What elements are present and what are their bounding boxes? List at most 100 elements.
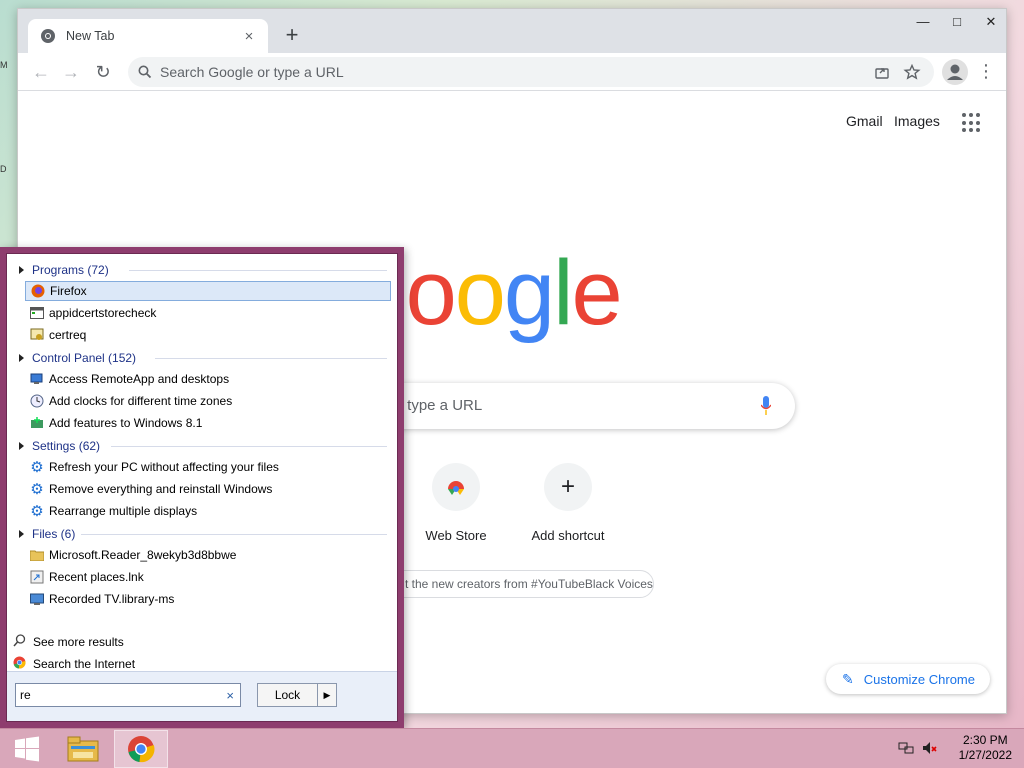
category-label: Programs (72) xyxy=(32,263,109,277)
lock-options-arrow-icon[interactable]: ▶ xyxy=(318,684,336,706)
images-link[interactable]: Images xyxy=(894,113,940,129)
clock-icon xyxy=(29,393,45,409)
forward-button[interactable]: → xyxy=(58,59,84,85)
category-label: Control Panel (152) xyxy=(32,351,137,365)
category-files[interactable]: Files (6) xyxy=(15,524,75,544)
result-label: Remove everything and reinstall Windows xyxy=(49,482,273,496)
result-item[interactable]: ⚙ Rearrange multiple displays xyxy=(25,501,391,521)
lock-button[interactable]: Lock ▶ xyxy=(257,683,337,707)
result-item[interactable]: Firefox xyxy=(25,281,391,301)
pencil-icon: ✎ xyxy=(842,670,854,687)
bookmark-star-icon[interactable] xyxy=(900,64,924,80)
library-icon xyxy=(29,591,45,607)
back-button[interactable]: ← xyxy=(28,59,54,85)
start-search-bar: re × Lock ▶ xyxy=(7,671,397,721)
result-label: Microsoft.Reader_8wekyb3d8bbwe xyxy=(49,548,237,562)
gear-icon: ⚙ xyxy=(30,459,44,476)
taskbar-clock[interactable]: 2:30 PM 1/27/2022 xyxy=(959,733,1012,763)
see-more-results-link[interactable]: See more results xyxy=(13,632,124,652)
result-label: certreq xyxy=(49,328,87,342)
minimize-button[interactable]: — xyxy=(906,9,940,37)
share-icon[interactable] xyxy=(870,64,894,80)
firefox-icon xyxy=(30,283,46,299)
result-item[interactable]: Add features to Windows 8.1 xyxy=(25,413,391,433)
expand-arrow-icon xyxy=(19,266,24,274)
result-item[interactable]: Recorded TV.library-ms xyxy=(25,589,391,609)
taskbar-file-explorer[interactable] xyxy=(56,730,110,768)
maximize-button[interactable]: □ xyxy=(940,9,974,37)
result-item[interactable]: ⚙ Remove everything and reinstall Window… xyxy=(25,479,391,499)
result-item[interactable]: Access RemoteApp and desktops xyxy=(25,369,391,389)
result-item[interactable]: Microsoft.Reader_8wekyb3d8bbwe xyxy=(25,545,391,565)
taskbar-chrome[interactable] xyxy=(114,730,168,768)
tab-strip: New Tab × + — □ ✕ xyxy=(18,9,1006,53)
volume-muted-icon[interactable] xyxy=(922,741,938,758)
gmail-link[interactable]: Gmail xyxy=(846,113,883,129)
ntp-search-placeholder: r type a URL xyxy=(398,397,483,414)
reload-button[interactable]: ↻ xyxy=(90,59,116,85)
result-label: appidcertstorecheck xyxy=(49,306,157,320)
tab-new-tab[interactable]: New Tab × xyxy=(28,19,268,53)
tab-title: New Tab xyxy=(66,29,115,43)
customize-chrome-button[interactable]: ✎ Customize Chrome xyxy=(826,664,990,694)
menu-kebab-icon[interactable]: ⋮ xyxy=(976,59,996,85)
microphone-icon[interactable] xyxy=(761,396,771,416)
result-item[interactable]: ⚙ Refresh your PC without affecting your… xyxy=(25,457,391,477)
omnibox[interactable]: Search Google or type a URL xyxy=(128,57,934,87)
certificate-icon xyxy=(29,327,45,343)
start-button[interactable] xyxy=(0,730,54,768)
result-item[interactable]: certreq xyxy=(25,325,391,345)
see-more-label: See more results xyxy=(33,635,124,649)
shortcut-label: Add shortcut xyxy=(531,528,605,543)
category-programs[interactable]: Programs (72) xyxy=(15,260,109,280)
file-explorer-icon xyxy=(67,736,99,762)
category-label: Settings (62) xyxy=(32,439,101,453)
profile-avatar-icon[interactable] xyxy=(942,59,968,85)
search-input-value: re xyxy=(20,688,31,702)
result-label: Recorded TV.library-ms xyxy=(49,592,175,606)
result-label: Recent places.lnk xyxy=(49,570,144,584)
new-tab-button[interactable]: + xyxy=(280,23,304,47)
desktop-icon-edge[interactable]: M xyxy=(0,60,8,70)
desktop-icon-edge[interactable]: D xyxy=(0,164,7,174)
start-menu-search: Programs (72) Firefox appidcertstorechec… xyxy=(0,247,404,728)
apps-grid-icon[interactable] xyxy=(962,113,982,133)
tab-close-icon[interactable]: × xyxy=(240,28,258,45)
category-control-panel[interactable]: Control Panel (152) xyxy=(15,348,136,368)
gear-icon: ⚙ xyxy=(30,503,44,520)
add-features-icon xyxy=(29,415,45,431)
shortcut-add[interactable]: + Add shortcut xyxy=(512,463,624,543)
chrome-favicon-icon xyxy=(41,29,55,43)
expand-arrow-icon xyxy=(19,530,24,538)
category-label: Files (6) xyxy=(32,527,76,541)
shortcut-icon xyxy=(29,569,45,585)
network-icon[interactable] xyxy=(898,741,914,758)
remote-desktop-icon xyxy=(29,371,45,387)
chrome-icon xyxy=(13,656,29,672)
search-internet-label: Search the Internet xyxy=(33,657,136,671)
result-item[interactable]: Add clocks for different time zones xyxy=(25,391,391,411)
add-icon: + xyxy=(544,463,592,511)
result-label: Access RemoteApp and desktops xyxy=(49,372,230,386)
web-store-icon xyxy=(432,463,480,511)
expand-arrow-icon xyxy=(19,354,24,362)
result-label: Firefox xyxy=(50,284,87,298)
result-item[interactable]: appidcertstorecheck xyxy=(25,303,391,323)
expand-arrow-icon xyxy=(19,442,24,450)
result-label: Add clocks for different time zones xyxy=(49,394,233,408)
close-window-button[interactable]: ✕ xyxy=(974,9,1008,37)
chrome-icon xyxy=(128,736,155,763)
console-app-icon xyxy=(29,305,45,321)
shortcut-web-store[interactable]: Web Store xyxy=(400,463,512,543)
shortcut-label: Web Store xyxy=(425,528,487,543)
clear-search-icon[interactable]: × xyxy=(226,688,234,703)
folder-icon xyxy=(29,547,45,563)
windows-logo-icon xyxy=(15,736,39,762)
result-label: Rearrange multiple displays xyxy=(49,504,198,518)
omnibox-placeholder: Search Google or type a URL xyxy=(160,64,344,80)
start-search-input[interactable]: re × xyxy=(15,683,241,707)
lock-label: Lock xyxy=(258,684,318,706)
category-settings[interactable]: Settings (62) xyxy=(15,436,100,456)
result-item[interactable]: Recent places.lnk xyxy=(25,567,391,587)
browser-toolbar: ← → ↻ Search Google or type a URL ⋮ xyxy=(18,53,1006,91)
